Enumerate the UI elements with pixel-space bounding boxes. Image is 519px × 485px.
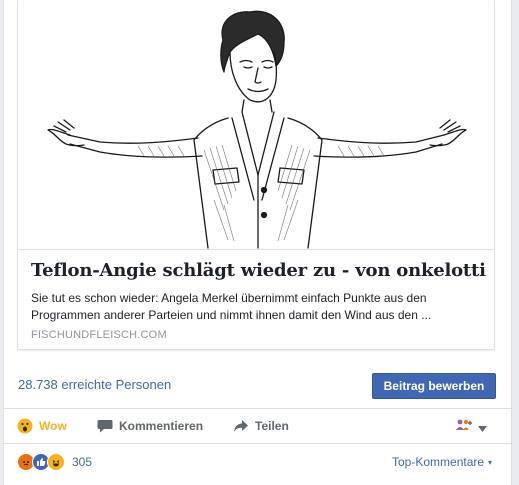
reach-bar: 28.738 erreichte Personen Beitrag bewerb…	[4, 362, 511, 409]
link-domain: FISCHUNDFLEISCH.COM	[31, 329, 167, 341]
wow-icon	[17, 418, 33, 434]
reaction-count[interactable]: 305	[72, 455, 92, 469]
share-button[interactable]: Teilen	[233, 409, 289, 442]
wow-label: Wow	[39, 418, 67, 433]
link-preview-card[interactable]: Teflon-Angie schlägt wieder zu - von onk…	[17, 0, 495, 350]
share-label: Teilen	[255, 418, 289, 433]
comment-sort-dropdown[interactable]: Top-Kommentare ▾	[392, 455, 492, 469]
haha-icon	[47, 453, 65, 471]
comment-sort-label: Top-Kommentare	[392, 455, 485, 469]
caret-down-icon: ▾	[488, 457, 493, 467]
link-title[interactable]: Teflon-Angie schlägt wieder zu - von onk…	[31, 260, 486, 281]
comment-bubble-icon	[97, 419, 113, 433]
merkel-sketch-illustration	[47, 10, 467, 249]
reach-count-link[interactable]: 28.738 erreichte Personen	[18, 377, 171, 392]
comment-label: Kommentieren	[119, 418, 204, 433]
link-description: Sie tut es schon wieder: Angela Merkel ü…	[31, 291, 432, 322]
share-arrow-icon	[233, 419, 249, 433]
people-plus-icon	[455, 418, 473, 437]
comment-button[interactable]: Kommentieren	[97, 409, 203, 442]
audience-selector[interactable]	[455, 418, 487, 437]
facebook-post: Teflon-Angie schlägt wieder zu - von onk…	[3, 0, 512, 485]
wow-reaction-button[interactable]: Wow	[17, 409, 67, 442]
reaction-icons[interactable]	[17, 453, 65, 471]
chevron-down-icon	[478, 419, 487, 437]
promote-post-button[interactable]: Beitrag bewerben	[372, 373, 496, 399]
action-bar: Wow Kommentieren Teilen	[4, 409, 511, 444]
reactions-summary-bar: 305 Top-Kommentare ▾	[4, 444, 511, 482]
link-preview-image[interactable]	[18, 0, 494, 250]
